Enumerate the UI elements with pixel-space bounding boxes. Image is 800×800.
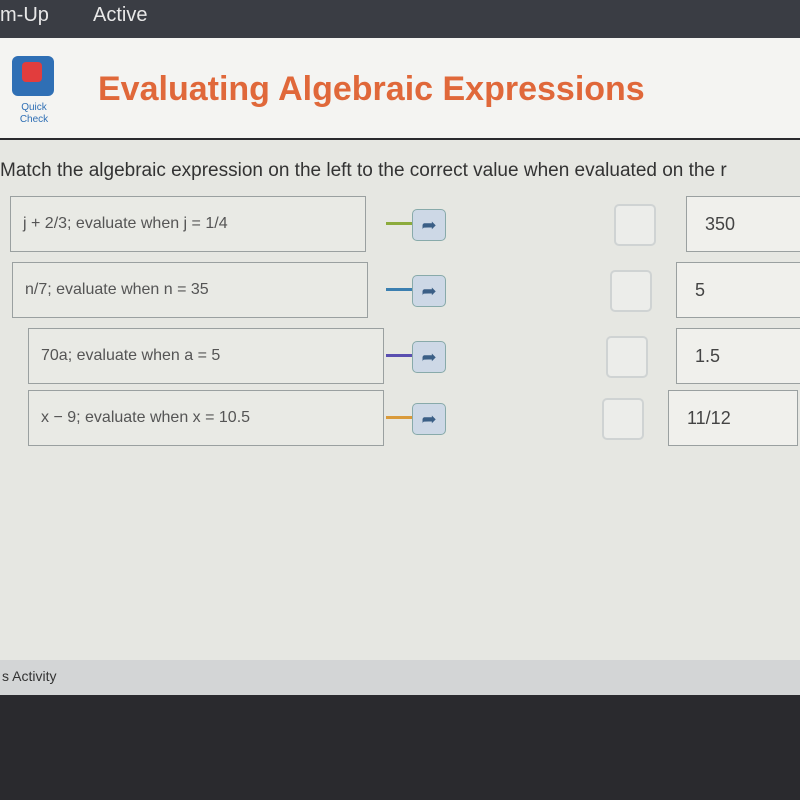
value-card[interactable]: 1.5 — [676, 328, 800, 384]
header: Quick Check Evaluating Algebraic Express… — [0, 38, 800, 138]
quick-check-label: Quick Check — [19, 102, 49, 125]
connector-line — [386, 416, 412, 419]
lesson-title: m-Up — [0, 4, 49, 26]
quick-check-icon — [12, 56, 54, 96]
footer: s Activity — [0, 660, 800, 695]
expression-card[interactable]: x − 9; evaluate when x = 10.5 — [28, 390, 384, 446]
arrow-icon: ➦ — [421, 281, 437, 301]
value-card[interactable]: 5 — [676, 262, 800, 318]
value-text: 5 — [695, 279, 706, 300]
value-card[interactable]: 11/12 — [668, 390, 798, 446]
expression-text: 70a; evaluate when a = 5 — [41, 347, 221, 364]
move-arrow-button[interactable]: ➦ — [412, 209, 446, 241]
page-title: Evaluating Algebraic Expressions — [98, 70, 645, 108]
activity-area: Match the algebraic expression on the le… — [0, 140, 800, 660]
move-arrow-button[interactable]: ➦ — [412, 403, 446, 435]
footer-label: s Activity — [2, 668, 57, 684]
expression-card[interactable]: 70a; evaluate when a = 5 — [28, 328, 384, 384]
expression-card[interactable]: n/7; evaluate when n = 35 — [12, 262, 368, 318]
arrow-icon: ➦ — [421, 215, 437, 235]
arrow-icon: ➦ — [421, 409, 437, 429]
value-text: 350 — [705, 213, 736, 234]
drop-slot[interactable] — [606, 336, 648, 378]
value-text: 1.5 — [695, 345, 721, 366]
instructions: Match the algebraic expression on the le… — [0, 160, 727, 181]
arrow-icon: ➦ — [421, 347, 437, 367]
top-bar: m-Up Active — [0, 0, 800, 38]
status-label: Active — [93, 4, 148, 26]
expression-text: n/7; evaluate when n = 35 — [25, 281, 209, 298]
drop-slot[interactable] — [602, 398, 644, 440]
drop-slot[interactable] — [614, 204, 656, 246]
connector-line — [386, 354, 412, 357]
value-text: 11/12 — [687, 407, 731, 428]
connector-line — [386, 288, 412, 291]
expression-card[interactable]: j + 2/3; evaluate when j = 1/4 — [10, 196, 366, 252]
expression-text: j + 2/3; evaluate when j = 1/4 — [23, 215, 228, 232]
move-arrow-button[interactable]: ➦ — [412, 341, 446, 373]
connector-line — [386, 222, 412, 225]
value-card[interactable]: 350 — [686, 196, 800, 252]
move-arrow-button[interactable]: ➦ — [412, 275, 446, 307]
expression-text: x − 9; evaluate when x = 10.5 — [41, 409, 251, 426]
drop-slot[interactable] — [610, 270, 652, 312]
